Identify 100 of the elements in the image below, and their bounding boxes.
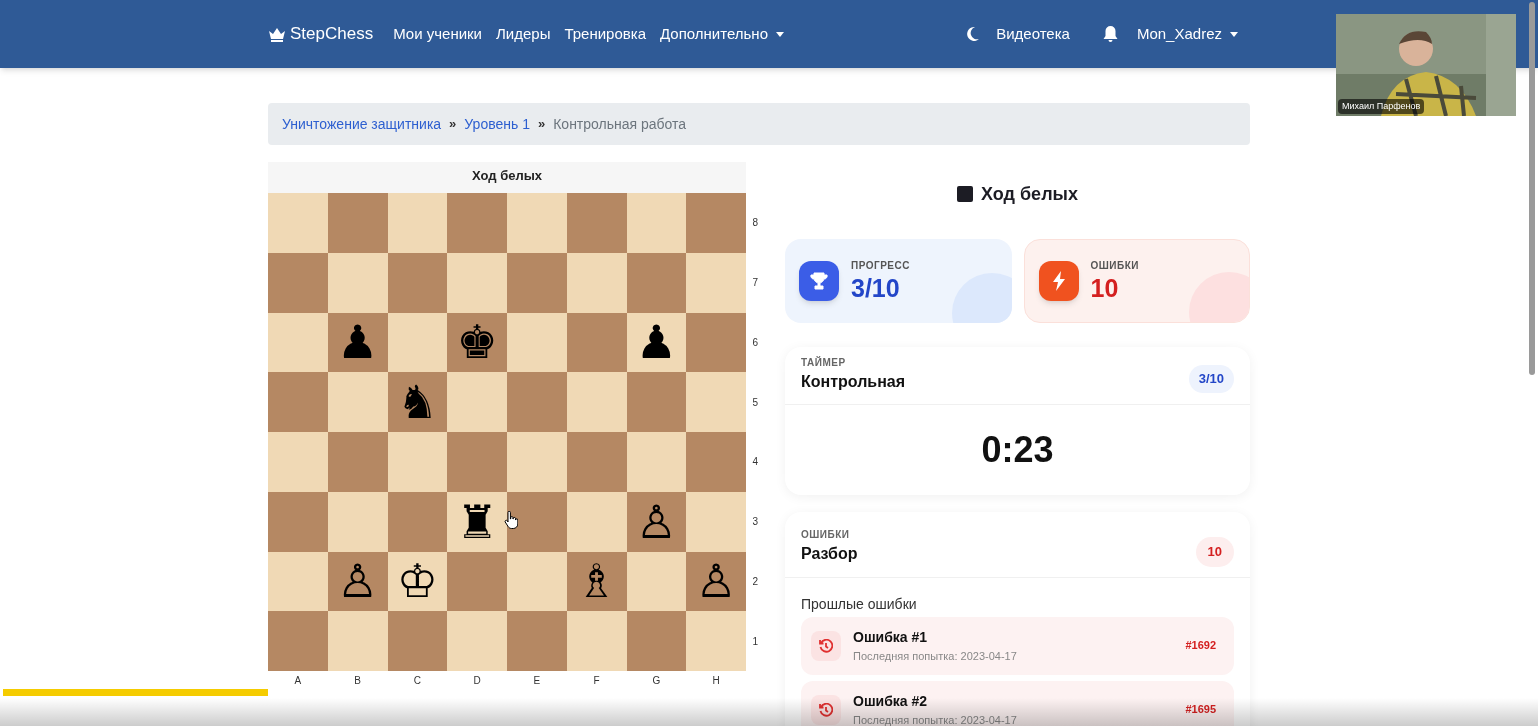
chess-piece[interactable]: ♙ <box>695 558 737 605</box>
chess-piece[interactable]: ♟ <box>337 319 379 366</box>
board-square[interactable] <box>387 432 448 492</box>
rank-label: 4 <box>751 455 758 470</box>
board-square[interactable] <box>626 551 687 612</box>
board-square[interactable]: ♟ <box>327 312 388 373</box>
moon-icon[interactable] <box>966 26 981 42</box>
board-square[interactable] <box>566 252 627 313</box>
board-square[interactable] <box>268 491 328 552</box>
board-square[interactable] <box>327 611 388 671</box>
board-square[interactable] <box>507 432 567 492</box>
board-square[interactable] <box>507 312 567 373</box>
chess-piece[interactable]: ♜ <box>456 498 498 545</box>
board-square[interactable]: ♔ <box>387 551 448 612</box>
board-square[interactable] <box>626 193 687 253</box>
board-square[interactable] <box>447 193 507 253</box>
nav-link[interactable]: Видеотека <box>996 22 1070 46</box>
board-square[interactable] <box>447 252 507 313</box>
board-square[interactable] <box>447 432 507 492</box>
board-square[interactable] <box>268 432 328 492</box>
brand-link[interactable]: StepChess <box>268 21 374 47</box>
board-square[interactable] <box>626 611 687 671</box>
board-square[interactable] <box>566 193 627 253</box>
board-square[interactable] <box>387 491 448 552</box>
board-square[interactable] <box>327 252 388 313</box>
board-square[interactable] <box>268 193 328 253</box>
file-label: C <box>412 674 422 688</box>
board-square[interactable] <box>268 312 328 373</box>
board-square[interactable] <box>566 312 627 373</box>
board-square[interactable] <box>507 252 567 313</box>
bell-icon[interactable] <box>1101 25 1119 43</box>
board-square[interactable] <box>507 491 567 552</box>
chess-piece[interactable]: ♞ <box>396 379 438 426</box>
board-square[interactable] <box>327 432 388 492</box>
nav-link[interactable]: Тренировка <box>564 22 646 46</box>
board-square[interactable] <box>327 491 388 552</box>
board-square[interactable] <box>447 551 507 612</box>
board-square[interactable] <box>387 312 448 373</box>
user-menu[interactable]: Mon_Xadrez <box>1136 22 1238 46</box>
chess-piece[interactable]: ♙ <box>337 558 379 605</box>
board-square[interactable] <box>327 193 388 253</box>
error-item[interactable]: Ошибка #2 Последняя попытка: 2023-04-17 #1695 <box>801 680 1234 726</box>
board-square[interactable]: ♙ <box>626 491 687 552</box>
rank-label: 6 <box>751 335 758 350</box>
board-square[interactable] <box>566 372 627 432</box>
board-square[interactable] <box>686 372 746 432</box>
error-item[interactable]: Ошибка #1 Последняя попытка: 2023-04-17 #1692 <box>801 616 1234 675</box>
board-square[interactable] <box>686 252 746 313</box>
board-square[interactable] <box>626 432 687 492</box>
board-square[interactable] <box>626 252 687 313</box>
chess-piece[interactable]: ♙ <box>635 498 677 545</box>
board-square[interactable] <box>626 372 687 432</box>
board-square[interactable] <box>566 491 627 552</box>
board-square[interactable] <box>686 432 746 492</box>
rank-label: 8 <box>751 216 758 231</box>
scrollbar-thumb[interactable] <box>1529 2 1535 375</box>
board-square[interactable] <box>507 372 567 432</box>
breadcrumb-link[interactable]: Уничтожение защитника <box>282 113 442 135</box>
turn-indicator-icon <box>957 186 974 202</box>
chess-piece[interactable]: ♚ <box>456 319 498 366</box>
crown-icon <box>268 26 286 42</box>
board-square[interactable] <box>387 193 448 253</box>
board-square[interactable]: ♙ <box>686 551 746 612</box>
board-square[interactable]: ♚ <box>447 312 507 373</box>
board-square[interactable] <box>566 432 627 492</box>
board-square[interactable] <box>447 611 507 671</box>
board-square[interactable] <box>387 252 448 313</box>
board-square[interactable]: ♜ <box>447 491 507 552</box>
board-square[interactable] <box>268 551 328 612</box>
breadcrumb-link[interactable]: Уровень 1 <box>464 113 530 135</box>
board-square[interactable] <box>686 193 746 253</box>
board-square[interactable] <box>327 372 388 432</box>
chess-piece[interactable]: ♔ <box>396 558 438 605</box>
chess-piece[interactable]: ♟ <box>635 319 677 366</box>
board-square[interactable] <box>387 611 448 671</box>
file-label: F <box>592 674 601 688</box>
rank-label: 2 <box>751 574 758 589</box>
board-square[interactable] <box>686 491 746 552</box>
board-square[interactable] <box>447 372 507 432</box>
board-square[interactable] <box>686 611 746 671</box>
board-square[interactable] <box>268 611 328 671</box>
board-square[interactable]: ♞ <box>387 372 448 432</box>
board-square[interactable] <box>507 193 567 253</box>
dropdown-link[interactable]: Дополнительно <box>660 22 784 46</box>
board-square[interactable]: ♟ <box>626 312 687 373</box>
board-square[interactable] <box>566 611 627 671</box>
history-icon <box>819 638 833 653</box>
error-subtitle: Последняя попытка: 2023-04-17 <box>853 712 1018 726</box>
chess-piece[interactable]: ♗ <box>576 558 618 605</box>
nav-link[interactable]: Мои ученики <box>393 22 482 46</box>
board-square[interactable] <box>268 252 328 313</box>
rank-label: 7 <box>751 276 758 291</box>
nav-link[interactable]: Лидеры <box>496 22 551 46</box>
board-square[interactable] <box>268 372 328 432</box>
board-square[interactable]: ♙ <box>327 551 388 612</box>
board-square[interactable]: ♗ <box>566 551 627 612</box>
board-square[interactable] <box>507 551 567 612</box>
turn-label: Ход белых <box>981 182 1078 206</box>
board-square[interactable] <box>507 611 567 671</box>
board-square[interactable] <box>686 312 746 373</box>
